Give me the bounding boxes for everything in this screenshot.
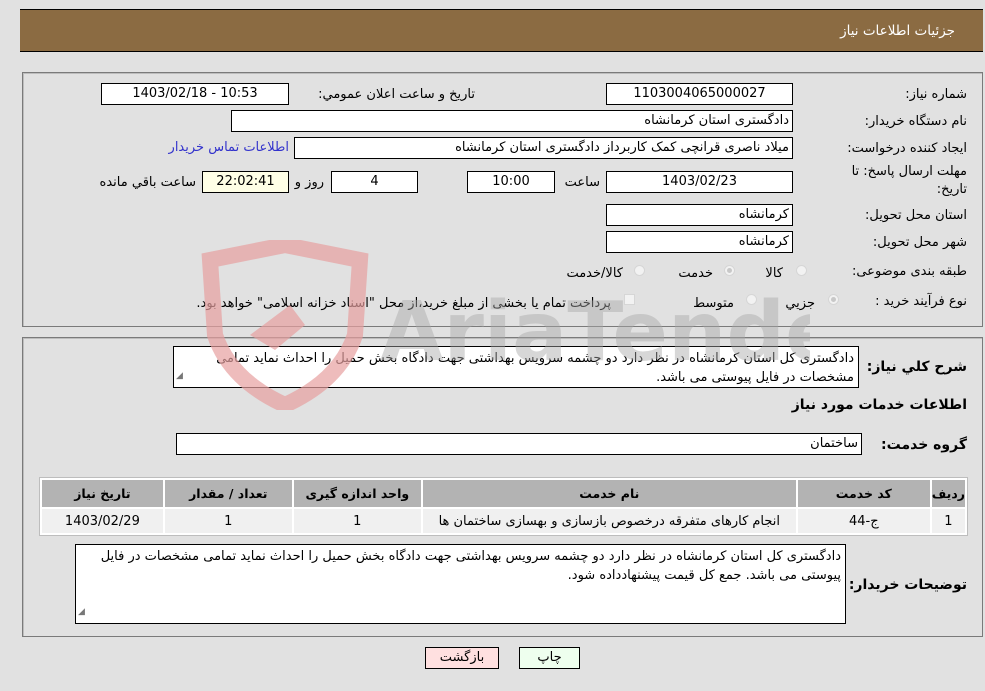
treasury-note: پرداخت تمام یا بخشی از مبلغ خرید،از محل …: [196, 296, 611, 311]
category-label: طبقه بندی موضوعی:: [851, 264, 967, 279]
table-header-row: رديف كد خدمت نام خدمت واحد اندازه گيری ت…: [42, 480, 965, 507]
need-number-field[interactable]: 1103004065000027: [606, 83, 793, 105]
remaining-days-field[interactable]: 4: [331, 171, 418, 193]
buyer-notes-textarea[interactable]: دادگستری کل استان کرمانشاه در نظر دارد د…: [75, 544, 846, 624]
cell-row-number: 1: [931, 509, 965, 533]
deadline-time-field[interactable]: 10:00: [467, 171, 555, 193]
deadline-label-line2: تاریخ:: [936, 182, 967, 197]
category-radio-goods-service[interactable]: [634, 265, 645, 276]
cell-need-date: 1403/02/29: [42, 509, 163, 533]
process-radio-medium[interactable]: [746, 294, 757, 305]
process-option-minor: جزيي: [785, 296, 815, 311]
buyer-org-field[interactable]: دادگستری استان کرمانشاه: [231, 110, 793, 132]
print-button[interactable]: چاپ: [519, 647, 580, 669]
province-label: استان محل تحویل:: [865, 208, 967, 223]
col-quantity: تعداد / مقدار: [164, 480, 292, 507]
category-option-service: خدمت: [678, 266, 713, 281]
category-radio-service[interactable]: [724, 265, 735, 276]
category-option-goods: کالا: [765, 266, 783, 281]
category-option-goods-service: کالا/خدمت: [566, 266, 623, 281]
cell-unit: 1: [293, 509, 421, 533]
buyer-notes-text: دادگستری کل استان کرمانشاه در نظر دارد د…: [100, 549, 841, 583]
creator-label: ایجاد کننده درخواست:: [847, 141, 967, 156]
page-title: جزئیات اطلاعات نیاز: [840, 23, 955, 39]
services-table: رديف كد خدمت نام خدمت واحد اندازه گيری ت…: [39, 477, 968, 536]
resize-grip-icon[interactable]: ◢: [78, 603, 85, 622]
deadline-date-field[interactable]: 1403/02/23: [606, 171, 793, 193]
description-text: دادگستری کل استان کرمانشاه در نظر دارد د…: [216, 351, 854, 385]
cell-quantity: 1: [164, 509, 292, 533]
process-option-medium: متوسط: [693, 296, 734, 311]
col-need-date: تاريخ نياز: [42, 480, 163, 507]
services-section-title: اطلاعات خدمات مورد نياز: [791, 397, 967, 413]
announce-date-label: تاریخ و ساعت اعلان عمومي:: [318, 87, 475, 102]
need-number-label: شماره نیاز:: [905, 87, 967, 102]
cell-service-name: انجام کارهای متفرقه درخصوص بازسازی و بهس…: [422, 509, 796, 533]
description-label: شرح كلي نياز:: [866, 359, 967, 375]
creator-field[interactable]: میلاد ناصری قرانچی کمک کاربرداز دادگستری…: [294, 137, 793, 159]
category-radio-goods[interactable]: [796, 265, 807, 276]
province-field[interactable]: کرمانشاه: [606, 204, 793, 226]
back-button[interactable]: بازگشت: [425, 647, 499, 669]
buyer-org-label: نام دستگاه خریدار:: [864, 114, 967, 129]
city-field[interactable]: کرمانشاه: [606, 231, 793, 253]
announce-date-field[interactable]: 1403/02/18 - 10:53: [101, 83, 289, 105]
buyer-contact-link[interactable]: اطلاعات تماس خریدار: [169, 140, 289, 155]
treasury-checkbox[interactable]: [624, 294, 635, 305]
remaining-time-field[interactable]: 22:02:41: [202, 171, 289, 193]
process-label: نوع فرآیند خرید :: [875, 294, 967, 309]
days-label: روز و: [294, 175, 324, 190]
resize-grip-icon[interactable]: ◢: [176, 367, 183, 386]
remaining-time-label: ساعت باقي مانده: [99, 175, 196, 190]
description-textarea[interactable]: دادگستری کل استان کرمانشاه در نظر دارد د…: [173, 346, 859, 388]
col-row-number: رديف: [931, 480, 965, 507]
page-header: جزئیات اطلاعات نیاز: [20, 9, 983, 52]
cell-service-code: ج-44: [797, 509, 930, 533]
process-radio-minor[interactable]: [828, 294, 839, 305]
col-service-name: نام خدمت: [422, 480, 796, 507]
city-label: شهر محل تحویل:: [872, 235, 967, 250]
table-row: 1 ج-44 انجام کارهای متفرقه درخصوص بازساز…: [42, 509, 965, 533]
service-group-field[interactable]: ساختمان: [176, 433, 862, 455]
buyer-notes-label: توضیحات خریدار:: [848, 577, 967, 593]
deadline-time-label: ساعت: [564, 175, 600, 190]
col-service-code: كد خدمت: [797, 480, 930, 507]
service-group-label: گروه خدمت:: [881, 437, 967, 453]
col-unit: واحد اندازه گيری: [293, 480, 421, 507]
deadline-label-line1: مهلت ارسال پاسخ: تا: [851, 164, 967, 179]
